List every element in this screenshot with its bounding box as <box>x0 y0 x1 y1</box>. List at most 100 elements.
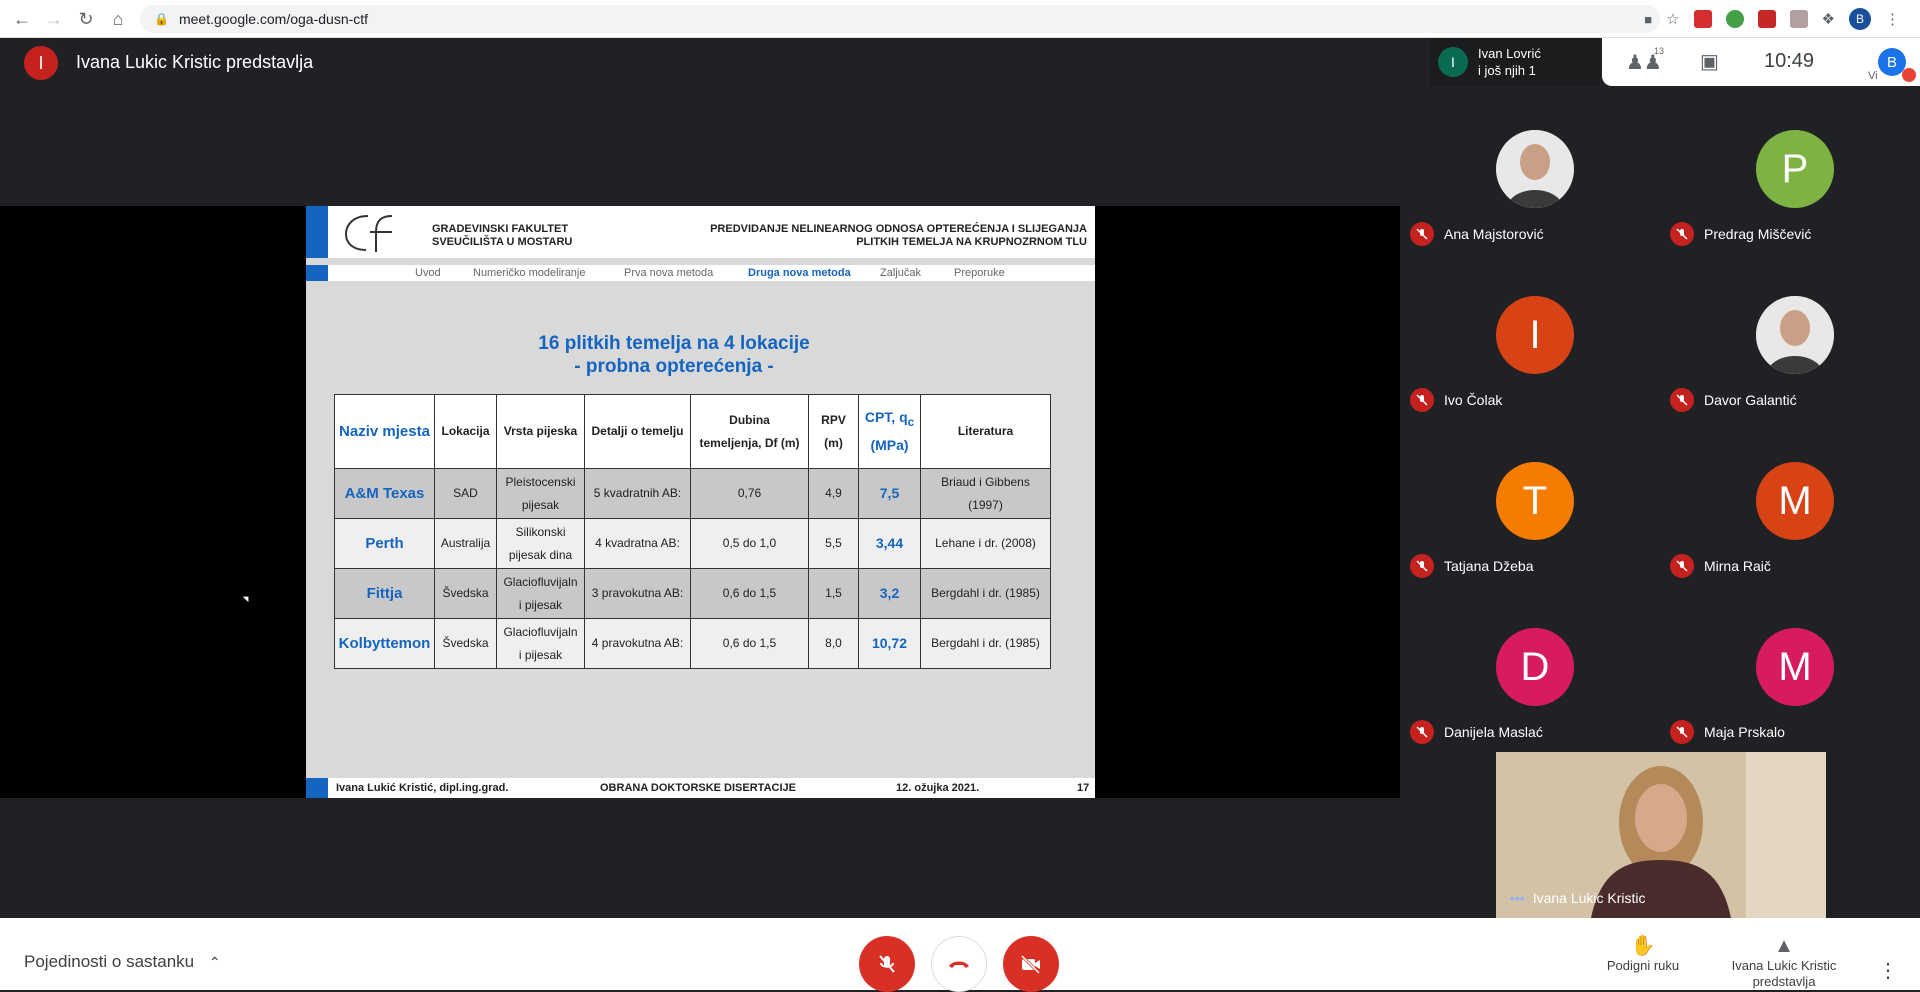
column-header: RPV (m) <box>808 394 859 469</box>
forward-icon[interactable]: → <box>38 3 70 35</box>
chat-icon[interactable]: ▣ <box>1700 49 1719 74</box>
camera-icon[interactable]: ■ <box>1644 12 1652 27</box>
people-count: 13 <box>1654 46 1665 56</box>
faculty-name: GRADEVINSKI FAKULTET SVEUČILIŠTA U MOSTA… <box>432 223 572 249</box>
meeting-details-button[interactable]: Pojedinosti o sastanku ⌃ <box>24 952 221 972</box>
mic-off-icon <box>1410 388 1434 412</box>
table-cell: Švedska <box>434 568 497 619</box>
table-cell: 4 pravokutna AB: <box>584 618 691 669</box>
column-header: Detalji o temelju <box>584 394 691 469</box>
grey-extension-icon[interactable] <box>1789 10 1808 28</box>
mic-off-icon <box>1670 222 1694 246</box>
participant-avatar: I <box>1496 296 1574 374</box>
table-cell: 0,76 <box>690 468 809 519</box>
slide-nav-item: Preporuke <box>954 267 1005 279</box>
participant-tile[interactable]: I Ivo Čolak <box>1400 252 1660 418</box>
table-cell: 3,2 <box>858 568 921 619</box>
participant-tile[interactable]: M Mirna Raič <box>1660 418 1920 584</box>
red-extension-icon[interactable] <box>1757 10 1776 28</box>
participant-avatar: M <box>1756 628 1834 706</box>
speaker-name: Ivan Lovrić <box>1478 46 1541 61</box>
thesis-title-line-1: PREDVIDANJE NELINEARNOG ODNOSA OPTEREĆEN… <box>710 223 1087 235</box>
speaker-others: i još njih 1 <box>1478 63 1536 78</box>
slide-footer-event: OBRANA DOKTORSKE DISERTACIJE <box>600 782 796 794</box>
camera-off-icon <box>1020 954 1041 975</box>
home-icon[interactable]: ⌂ <box>102 3 134 35</box>
thesis-title-line-2: PLITKIH TEMELJA NA KRUPNOZRNOM TLU <box>856 236 1087 248</box>
participant-tile[interactable]: D Danijela Maslać <box>1400 584 1660 750</box>
table-cell: Lehane i dr. (2008) <box>920 518 1051 569</box>
mic-off-icon <box>1410 554 1434 578</box>
mouse-cursor-icon <box>242 593 252 603</box>
more-options-icon[interactable]: ⋮ <box>1878 958 1898 983</box>
table-cell: 3 pravokutna AB: <box>584 568 691 619</box>
slide-footer-date: 12. ožujka 2021. <box>896 782 980 794</box>
participant-avatar: M <box>1756 462 1834 540</box>
participant-tile[interactable]: T Tatjana Džeba <box>1400 418 1660 584</box>
puzzle-icon[interactable]: ❖ <box>1822 10 1835 28</box>
slide-nav-item: Numeričko modeliranje <box>473 267 586 279</box>
participant-avatar <box>1756 296 1834 374</box>
slide-heading: 16 plitkih temelja na 4 lokacije - probn… <box>306 332 1042 378</box>
presentation-slide: GRADEVINSKI FAKULTET SVEUČILIŠTA U MOSTA… <box>306 206 1095 798</box>
column-header: Literatura <box>920 394 1051 469</box>
self-video-tile[interactable]: ••• Ivana Lukic Kristic <box>1496 752 1826 918</box>
column-header: Vrsta pijeska <box>496 394 585 469</box>
reload-icon[interactable]: ↻ <box>70 3 102 35</box>
column-header: Dubina temeljenja, Df (m) <box>690 394 809 469</box>
participant-name: Davor Galantić <box>1704 392 1797 408</box>
table-cell: Glaciofluvijaln i pijesak <box>496 568 585 619</box>
slide-nav-item: Zaljučak <box>880 267 921 279</box>
address-bar[interactable]: 🔒 meet.google.com/oga-dusn-ctf <box>140 5 1660 33</box>
table-cell: Kolbyttemon <box>334 618 435 669</box>
participant-tile[interactable]: Ana Majstorović <box>1400 86 1660 252</box>
slide-nav-item: Uvod <box>415 267 441 279</box>
table-cell: 5,5 <box>808 518 859 569</box>
slide-heading-line-2: - probna opterećenja - <box>574 356 774 377</box>
presenting-button[interactable]: ▲ Ivana Lukic Kristic predstavlja <box>1722 935 1846 990</box>
table-cell: Australija <box>434 518 497 569</box>
leave-call-button[interactable] <box>931 936 987 992</box>
table-cell: Švedska <box>434 618 497 669</box>
participant-avatar: P <box>1756 130 1834 208</box>
menu-dots-icon[interactable]: ⋮ <box>1885 10 1900 28</box>
speaker-avatar: I <box>1438 47 1468 77</box>
table-cell: 7,5 <box>858 468 921 519</box>
back-icon[interactable]: ← <box>6 3 38 35</box>
table-cell: 4,9 <box>808 468 859 519</box>
table-row: Perth Australija Silikonski pijesak dina … <box>334 518 1051 569</box>
table-cell: 4 kvadratna AB: <box>584 518 691 569</box>
pdf-extension-icon[interactable] <box>1693 10 1712 28</box>
present-screen-icon: ▲ <box>1774 935 1794 957</box>
meeting-right-panel: ♟♟ 13 ▣ 10:49 B Vi <box>1602 38 1920 86</box>
table-cell: Pleistocenski pijesak <box>496 468 585 519</box>
participant-tile[interactable]: M Maja Prskalo <box>1660 584 1920 750</box>
self-name-label: ••• Ivana Lukic Kristic <box>1510 890 1646 906</box>
table-cell: 5 kvadratnih AB: <box>584 468 691 519</box>
mic-off-icon <box>1410 720 1434 744</box>
chevron-up-icon: ⌃ <box>208 954 221 970</box>
hand-icon: ✋ <box>1630 935 1656 957</box>
thesis-title: PREDVIDANJE NELINEARNOG ODNOSA OPTEREĆEN… <box>710 223 1087 249</box>
table-cell: A&M Texas <box>334 468 435 519</box>
camera-off-button[interactable] <box>1003 936 1059 992</box>
microphone-off-button[interactable] <box>859 936 915 992</box>
mic-off-icon <box>1410 222 1434 246</box>
slide-footer: Ivana Lukić Kristić, dipl.ing.grad. OBRA… <box>306 778 1095 798</box>
table-cell: Bergdahl i dr. (1985) <box>920 618 1051 669</box>
chrome-extension-icon[interactable] <box>1725 10 1744 28</box>
participant-tile[interactable]: P Predrag Miščević <box>1660 86 1920 252</box>
presenter-title: Ivana Lukic Kristic predstavlja <box>76 52 314 72</box>
speaker-pill[interactable]: I Ivan Lovrić i još njih 1 <box>1430 38 1600 86</box>
participant-tile[interactable]: Davor Galantić <box>1660 252 1920 418</box>
star-icon[interactable]: ☆ <box>1666 10 1679 28</box>
self-mic-off-icon <box>1902 68 1916 82</box>
bottom-control-bar: Pojedinosti o sastanku ⌃ ✋ Podigni ruku … <box>0 918 1920 992</box>
raise-hand-button[interactable]: ✋ Podigni ruku <box>1598 935 1688 974</box>
browser-toolbar: ← → ↻ ⌂ 🔒 meet.google.com/oga-dusn-ctf ■… <box>0 0 1920 38</box>
slide-nav-item: Prva nova metoda <box>624 267 714 279</box>
table-cell: Bergdahl i dr. (1985) <box>920 568 1051 619</box>
slide-blue-strip <box>306 206 328 258</box>
profile-avatar[interactable]: B <box>1849 8 1871 30</box>
top-right-controls: I Ivan Lovrić i još njih 1 ♟♟ 13 ▣ 10:49… <box>1430 38 1920 86</box>
